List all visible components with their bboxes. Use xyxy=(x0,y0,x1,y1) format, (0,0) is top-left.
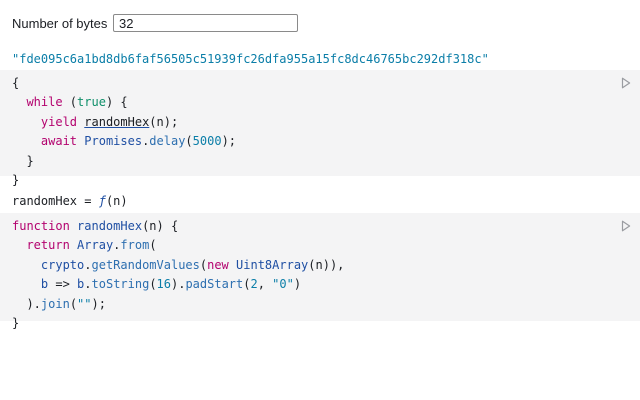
code-token: ( xyxy=(149,238,157,253)
code-number: 5000 xyxy=(192,134,222,149)
code-identifier: b xyxy=(77,277,85,292)
code-cell-function[interactable]: function randomHex(n) { return Array.fro… xyxy=(0,213,640,330)
code-loop: { while (true) { yield randomHex(n); awa… xyxy=(12,74,236,190)
hex-output: "fde095c6a1bd8db6faf56505c51939fc26dfa95… xyxy=(12,52,489,66)
bytes-input-label: Number of bytes xyxy=(12,15,108,31)
code-token: (n) { xyxy=(142,219,179,233)
code-boolean: true xyxy=(77,95,106,110)
code-keyword: yield xyxy=(40,114,78,129)
code-function: function randomHex(n) { return Array.fro… xyxy=(12,219,345,331)
code-token: ( xyxy=(62,95,78,110)
code-keyword: return xyxy=(26,238,70,253)
code-identifier: Array xyxy=(77,238,114,253)
code-method: padStart xyxy=(185,277,244,292)
code-token: ). xyxy=(26,296,41,311)
randomhex-reference-link[interactable]: randomHex xyxy=(84,115,149,129)
code-method: toString xyxy=(91,277,150,292)
code-number: 2 xyxy=(250,277,258,292)
code-token: } xyxy=(12,173,20,188)
code-token: ); xyxy=(221,134,237,149)
code-token: ( xyxy=(149,277,157,292)
code-token: ). xyxy=(171,277,186,292)
code-method: join xyxy=(40,296,70,311)
function-symbol[interactable]: ƒ xyxy=(99,194,106,208)
play-icon[interactable] xyxy=(621,220,631,232)
code-token: } xyxy=(26,153,34,168)
code-token: ( xyxy=(69,296,78,311)
code-token: ); xyxy=(91,296,106,311)
code-keyword: while xyxy=(26,95,63,110)
variable-readout: randomHex = ƒ(n) xyxy=(12,193,128,209)
code-keyword: new xyxy=(207,257,229,272)
code-identifier: Uint8Array xyxy=(236,257,309,272)
code-method: getRandomValues xyxy=(91,257,200,272)
code-method: from xyxy=(120,238,150,253)
code-token: } xyxy=(12,316,20,331)
code-token: => xyxy=(48,277,78,292)
code-identifier: crypto xyxy=(40,257,85,272)
play-icon[interactable] xyxy=(621,77,631,89)
bytes-input[interactable] xyxy=(113,14,298,32)
code-keyword: await xyxy=(40,134,78,149)
code-function-name: randomHex xyxy=(77,219,143,233)
code-identifier: Promises xyxy=(84,134,143,149)
code-token: ( xyxy=(185,134,193,149)
code-token: = xyxy=(77,194,99,208)
code-token: ) { xyxy=(105,95,128,110)
code-token: (n); xyxy=(149,114,179,129)
code-token: (n)), xyxy=(308,257,345,272)
code-keyword: function xyxy=(12,219,70,233)
code-string: "0" xyxy=(272,277,294,292)
variable-name: randomHex xyxy=(12,194,78,208)
code-token: { xyxy=(12,76,20,90)
code-token: ) xyxy=(293,277,302,292)
code-method: delay xyxy=(149,134,186,149)
code-string: "" xyxy=(77,296,92,311)
code-cell-loop[interactable]: { while (true) { yield randomHex(n); awa… xyxy=(0,70,640,187)
code-token: (n) xyxy=(105,194,128,208)
code-number: 16 xyxy=(156,277,171,292)
bytes-input-row: Number of bytes xyxy=(12,13,298,33)
code-token: , xyxy=(257,277,273,292)
